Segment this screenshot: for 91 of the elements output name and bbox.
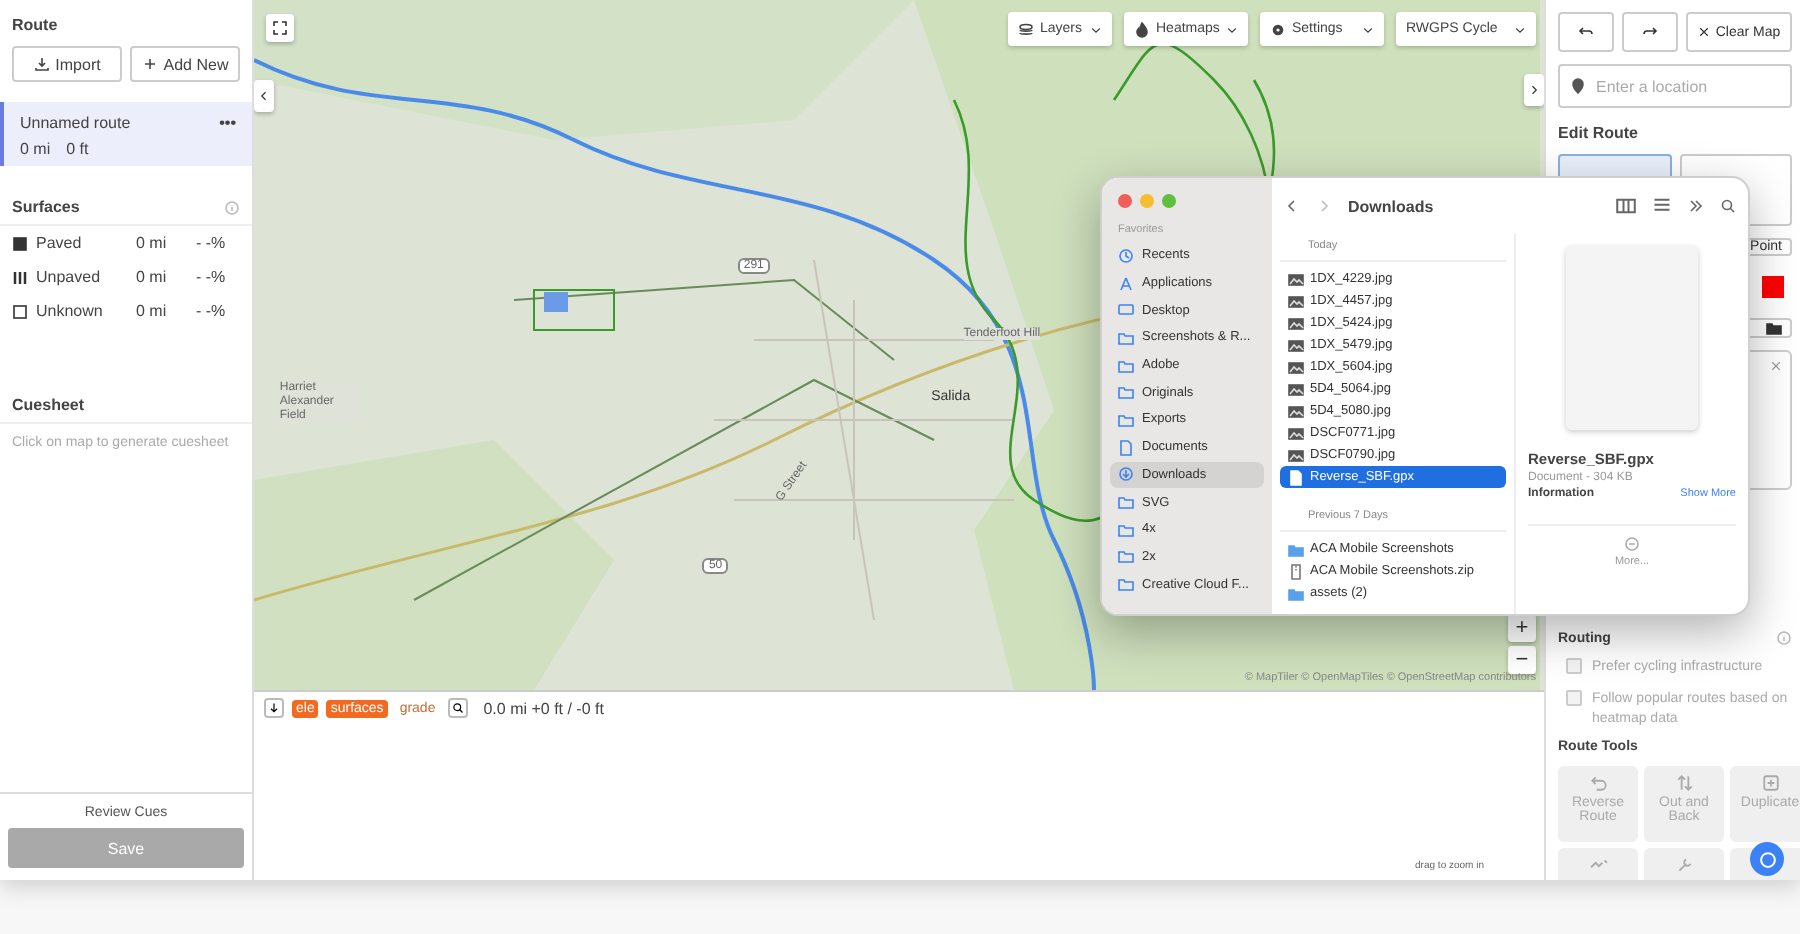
image-file-icon xyxy=(1288,447,1304,463)
route-name: Unnamed route xyxy=(20,114,131,132)
double-chevron-icon xyxy=(1688,198,1704,214)
columns-icon xyxy=(1616,196,1636,216)
chevron-left-icon xyxy=(258,90,270,102)
download-icon xyxy=(1118,466,1134,483)
more-icon xyxy=(1624,536,1640,552)
download-icon xyxy=(33,56,50,72)
image-file-icon xyxy=(1288,425,1304,441)
collapse-button[interactable] xyxy=(264,698,284,718)
filled-square-icon xyxy=(12,235,28,251)
image-file-icon xyxy=(1288,359,1304,375)
surface-label: Unpaved xyxy=(36,268,103,286)
close-button[interactable] xyxy=(1118,194,1132,208)
undo-button[interactable] xyxy=(1558,12,1614,52)
more-menu[interactable]: ••• xyxy=(219,114,236,154)
route-item[interactable]: Unnamed route 0 mi 0 ft ••• xyxy=(0,102,252,166)
chevron-left-icon xyxy=(1284,198,1300,214)
surface-label: Unknown xyxy=(36,302,105,320)
surface-distance: 0 mi xyxy=(136,234,169,252)
surface-distance: 0 mi xyxy=(136,268,169,286)
surface-distance: 0 mi xyxy=(136,302,169,320)
undo-icon xyxy=(1578,24,1594,40)
chevron-down-icon xyxy=(1090,23,1102,35)
zoom-window-button[interactable] xyxy=(1162,194,1176,208)
image-file-icon xyxy=(1288,403,1304,419)
undo-arrow-icon xyxy=(1589,774,1607,793)
redo-button[interactable] xyxy=(1622,12,1678,52)
chevron-right-icon xyxy=(1316,198,1332,214)
minimize-button[interactable] xyxy=(1140,194,1154,208)
location-field[interactable]: Enter a location xyxy=(1558,64,1792,108)
section-title: Cuesheet xyxy=(12,396,85,414)
route-summary: 0.0 mi +0 ft / -0 ft xyxy=(483,699,604,717)
section-title: Route xyxy=(10,14,60,34)
close-icon xyxy=(1770,360,1782,372)
zoom-in-button[interactable]: + xyxy=(1508,614,1536,642)
checkbox[interactable] xyxy=(1566,689,1582,706)
chevron-down-icon xyxy=(1362,23,1374,35)
up-down-arrows-icon xyxy=(1675,774,1693,793)
import-button[interactable]: Import xyxy=(12,46,122,82)
image-file-icon xyxy=(1288,271,1304,287)
collapse-right-button[interactable] xyxy=(1524,74,1544,106)
chevron-down-icon xyxy=(1226,23,1238,35)
color-swatch[interactable] xyxy=(1762,276,1784,298)
folder-icon xyxy=(1766,320,1782,336)
image-file-icon xyxy=(1288,381,1304,397)
empty-square-icon xyxy=(12,303,28,319)
search-icon xyxy=(1720,198,1736,214)
surface-percent: - -% xyxy=(196,234,228,252)
fullscreen-button[interactable] xyxy=(266,14,294,42)
surface-label: Paved xyxy=(36,234,84,252)
map-pin-icon xyxy=(1570,78,1586,94)
applications-icon xyxy=(1118,275,1134,292)
chevron-right-icon xyxy=(1528,84,1540,96)
magnifier-icon xyxy=(451,702,464,714)
arrow-down-icon xyxy=(268,702,280,714)
folder-icon xyxy=(1288,541,1304,557)
section-title: Edit Route xyxy=(1558,124,1640,142)
surface-percent: - -% xyxy=(196,302,228,320)
duplicate-icon xyxy=(1761,774,1779,793)
redo-icon xyxy=(1642,24,1658,40)
folder-icon xyxy=(1288,585,1304,601)
wrench-icon xyxy=(1675,856,1693,875)
info-icon xyxy=(224,199,240,215)
layers-icon xyxy=(1018,21,1034,37)
section-title: Surfaces xyxy=(12,198,80,216)
pond-drawing xyxy=(533,289,615,331)
desktop-icon xyxy=(1118,302,1134,319)
image-file-icon xyxy=(1288,293,1304,309)
zoom-out-button[interactable]: − xyxy=(1508,646,1536,674)
fullscreen-icon xyxy=(272,20,288,36)
chat-bubble-icon xyxy=(1757,849,1777,869)
route-distance: 0 mi xyxy=(20,140,51,158)
clock-icon xyxy=(1118,247,1134,264)
zip-file-icon xyxy=(1288,563,1304,579)
close-icon xyxy=(1697,26,1710,38)
add-new-button[interactable]: Add New xyxy=(130,46,240,82)
image-file-icon xyxy=(1288,337,1304,353)
surface-percent: - -% xyxy=(196,268,228,286)
window-title: Downloads xyxy=(1348,197,1434,215)
collapse-left-button[interactable] xyxy=(254,80,274,112)
document-icon xyxy=(1288,469,1304,485)
image-file-icon xyxy=(1288,315,1304,331)
chevron-down-icon xyxy=(1514,23,1526,35)
route-elevation: 0 ft xyxy=(66,140,89,158)
zoom-button[interactable] xyxy=(447,698,468,718)
checkbox[interactable] xyxy=(1566,658,1582,674)
document-icon xyxy=(1118,439,1134,456)
plus-icon xyxy=(141,56,158,72)
settings-icon xyxy=(1270,21,1286,37)
info-icon xyxy=(1776,630,1792,646)
